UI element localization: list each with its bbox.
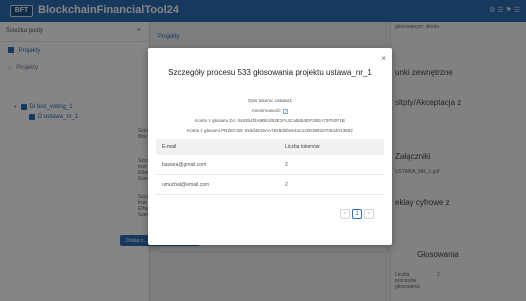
row-email: basiara@gmail.com	[162, 161, 207, 168]
row-email: umuchat@email.com	[162, 181, 210, 188]
no-account: Konto z głosami PRZECIW: 0x0d4616AA7828d…	[187, 128, 353, 133]
table-row: umuchat@email.com 2	[156, 175, 384, 195]
close-icon[interactable]: ×	[381, 54, 386, 63]
row-tokens: 2	[285, 181, 288, 188]
token-description: Opis tokenu: ustawa1	[247, 98, 293, 103]
table-header: E-mail Liczba tokenów	[156, 139, 384, 155]
table-row: basiara@gmail.com 2	[156, 155, 384, 175]
yes-account: Konto z głosami ZA: 0x82b4f3A9B51f63E1Fc…	[195, 118, 345, 123]
process-details-modal: × Szczegóły procesu 533 głosowania proje…	[148, 48, 392, 245]
row-tokens: 2	[285, 161, 288, 168]
anonymous-checkbox[interactable]: ✓	[283, 109, 289, 114]
modal-title: Szczegóły procesu 533 głosowania projekt…	[168, 68, 372, 77]
anonymous-label: Anonimowość:	[251, 108, 282, 113]
pagination-prev-button[interactable]: ‹	[340, 209, 350, 219]
pagination-next-button[interactable]: ›	[364, 209, 374, 219]
column-header-tokens[interactable]: Liczba tokenów	[281, 144, 384, 150]
pagination-page-button[interactable]: 1	[352, 209, 362, 219]
anonymous-row: Anonimowość: ✓	[148, 108, 392, 114]
pagination: ‹ 1 ›	[340, 209, 374, 219]
column-header-email[interactable]: E-mail	[156, 144, 281, 150]
tokens-table: E-mail Liczba tokenów basiara@gmail.com …	[156, 139, 384, 195]
